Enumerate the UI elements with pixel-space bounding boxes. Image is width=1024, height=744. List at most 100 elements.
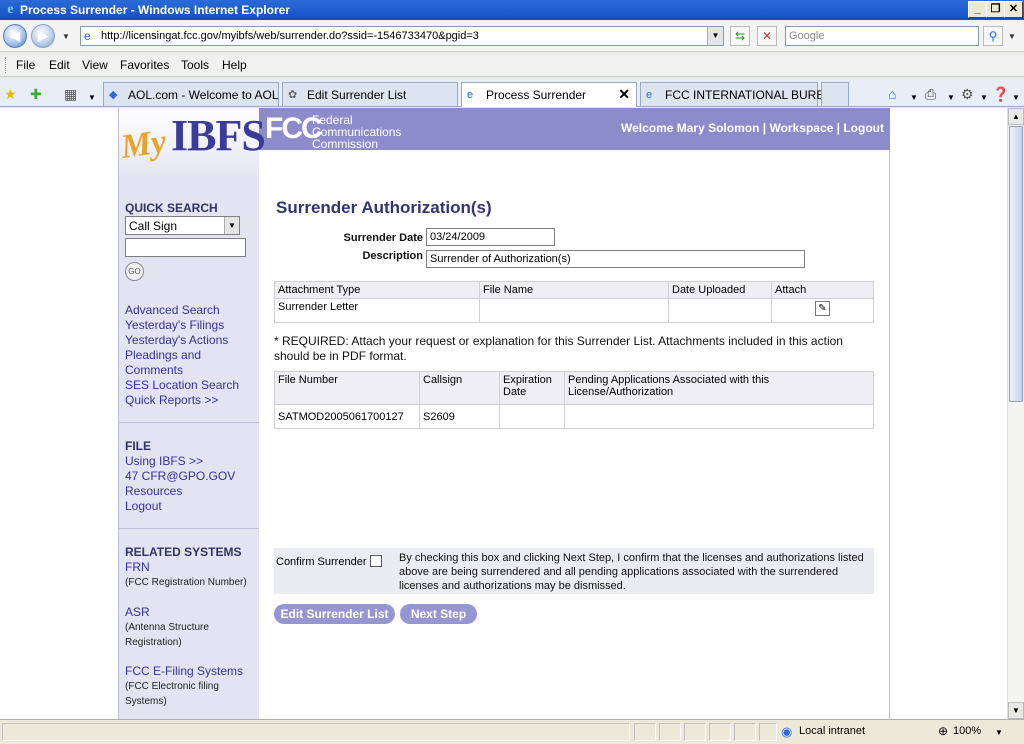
help-dropdown-icon[interactable]: ▼: [1012, 90, 1020, 106]
advanced-search-link[interactable]: Advanced Search: [125, 303, 220, 317]
vertical-scrollbar[interactable]: ▲ ▼: [1007, 108, 1024, 719]
date-uploaded-cell: [668, 298, 772, 323]
status-cell: [634, 723, 656, 741]
quick-reports-link[interactable]: Quick Reports >>: [125, 393, 218, 407]
file-number-cell: SATMOD2005061700127: [274, 404, 420, 429]
logo-my: My: [118, 123, 169, 166]
surrender-list-table: File Number Callsign Expiration Date Pen…: [274, 371, 874, 429]
go-button[interactable]: GO: [125, 262, 144, 281]
ie-logo-icon: e: [7, 2, 14, 17]
add-favorite-icon[interactable]: ✚: [30, 86, 42, 102]
back-button[interactable]: ◀: [3, 24, 27, 48]
asr-link[interactable]: ASR: [125, 605, 150, 619]
description-label: Description: [362, 250, 423, 262]
stop-icon[interactable]: ✕: [757, 26, 777, 46]
tools-dropdown-icon[interactable]: ▼: [980, 90, 988, 106]
refresh-icon[interactable]: ⇆: [730, 26, 750, 46]
address-bar[interactable]: e http://licensingat.fcc.gov/myibfs/web/…: [80, 26, 724, 46]
edit-surrender-list-button[interactable]: Edit Surrender List: [274, 604, 395, 624]
status-text-cell: [2, 723, 630, 741]
maximize-button[interactable]: ❐: [986, 1, 1005, 18]
history-dropdown-icon[interactable]: ▼: [62, 32, 70, 41]
menu-favorites[interactable]: Favorites: [120, 58, 169, 72]
minimize-button[interactable]: _: [968, 1, 987, 18]
welcome-text: Welcome Mary Solomon: [620, 121, 760, 135]
tab-aol[interactable]: ◆ AOL.com - Welcome to AOL: [103, 82, 279, 106]
menu-edit[interactable]: Edit: [49, 58, 70, 72]
tab-edit-surrender-list[interactable]: ✿ Edit Surrender List: [282, 82, 458, 106]
yesterdays-actions-link[interactable]: Yesterday's Actions: [125, 333, 228, 347]
pending-applications-cell: [564, 404, 874, 429]
resources-link[interactable]: Resources: [125, 484, 182, 498]
comments-link[interactable]: Comments: [125, 363, 183, 377]
fcc-name: Federal Communications Commission: [312, 114, 401, 150]
e-filing-note: (FCC Electronic filing: [125, 681, 219, 692]
status-cell: [709, 723, 731, 741]
zoom-icon[interactable]: ⊕: [938, 724, 948, 738]
description-input[interactable]: Surrender of Authorization(s): [426, 250, 805, 268]
ses-location-search-link[interactable]: SES Location Search: [125, 378, 239, 392]
toolbar-grip: [5, 57, 8, 73]
scroll-down-icon[interactable]: ▼: [1008, 702, 1024, 719]
tab-fcc-international-bureau[interactable]: e FCC INTERNATIONAL BUREAU: [640, 82, 841, 106]
status-bar: ◉ Local intranet ⊕ 100% ▼: [0, 719, 1024, 744]
menu-help[interactable]: Help: [222, 58, 247, 72]
ie-page-icon: e: [467, 89, 474, 101]
column-header: Attachment Type: [274, 281, 480, 299]
menu-view[interactable]: View: [82, 58, 108, 72]
new-tab-button[interactable]: [821, 82, 849, 106]
using-ibfs-link[interactable]: Using IBFS >>: [125, 454, 203, 468]
search-options-icon[interactable]: ▼: [1008, 32, 1016, 41]
tab-bar: ★ ✚ ▦ ▼ ◆ AOL.com - Welcome to AOL ✿ Edi…: [0, 78, 1024, 107]
search-icon[interactable]: ⚲: [983, 26, 1003, 46]
print-dropdown-icon[interactable]: ▼: [947, 90, 955, 106]
frn-link[interactable]: FRN: [125, 560, 150, 574]
status-cell: [759, 723, 777, 741]
status-cell: [684, 723, 706, 741]
favorites-star-icon[interactable]: ★: [4, 86, 17, 102]
close-tab-icon[interactable]: ✕: [618, 86, 630, 103]
address-toolbar: ◀ ▶ ▼ e http://licensingat.fcc.gov/myibf…: [0, 20, 1024, 52]
attach-pencil-icon[interactable]: ✎: [815, 301, 830, 316]
quick-tabs-icon[interactable]: ▦: [64, 86, 77, 102]
search-type-select[interactable]: Call Sign ▼: [125, 216, 240, 235]
scroll-up-icon[interactable]: ▲: [1008, 108, 1024, 125]
home-icon[interactable]: ⌂: [888, 86, 896, 102]
confirm-surrender-label: Confirm Surrender: [276, 556, 367, 568]
zoom-dropdown-icon[interactable]: ▼: [995, 728, 1003, 737]
yesterdays-filings-link[interactable]: Yesterday's Filings: [125, 318, 224, 332]
status-cell: [734, 723, 756, 741]
chevron-down-icon[interactable]: ▼: [224, 217, 239, 234]
e-filing-link[interactable]: FCC E-Filing Systems: [125, 664, 243, 678]
menu-file[interactable]: File: [16, 58, 35, 72]
confirm-surrender-checkbox[interactable]: [370, 555, 382, 567]
column-header: Pending Applications Associated with thi…: [564, 371, 874, 405]
close-window-button[interactable]: ✕: [1004, 1, 1023, 18]
sidebar-logout-link[interactable]: Logout: [125, 499, 162, 513]
help-icon[interactable]: ❓: [992, 86, 1009, 102]
cfr-gpo-link[interactable]: 47 CFR@GPO.GOV: [125, 469, 235, 483]
zoom-level[interactable]: 100%: [953, 725, 981, 737]
tools-gear-icon[interactable]: ⚙: [961, 86, 974, 102]
address-dropdown-icon[interactable]: ▼: [707, 27, 723, 45]
workspace-link[interactable]: Workspace: [769, 121, 833, 135]
tab-label: Edit Surrender List: [307, 88, 407, 102]
forward-button[interactable]: ▶: [31, 24, 55, 48]
column-header: Date Uploaded: [668, 281, 772, 299]
home-dropdown-icon[interactable]: ▼: [910, 90, 918, 106]
select-value: Call Sign: [129, 219, 178, 233]
logout-link[interactable]: Logout: [843, 121, 884, 135]
quick-search-input[interactable]: [125, 238, 246, 257]
tab-list-dropdown-icon[interactable]: ▼: [88, 90, 96, 106]
file-name-cell: [479, 298, 669, 323]
print-icon[interactable]: ⎙: [925, 86, 936, 102]
scroll-thumb[interactable]: [1009, 126, 1023, 402]
search-input[interactable]: Google: [785, 26, 979, 46]
pleadings-link[interactable]: Pleadings and: [125, 348, 201, 362]
menu-tools[interactable]: Tools: [181, 58, 209, 72]
surrender-date-input[interactable]: 03/24/2009: [426, 228, 555, 246]
tab-label: FCC INTERNATIONAL BUREAU: [665, 88, 842, 102]
table-row: Surrender Letter ✎: [274, 298, 874, 323]
next-step-button[interactable]: Next Step: [400, 604, 477, 624]
tab-process-surrender[interactable]: e Process Surrender ✕: [461, 82, 637, 107]
